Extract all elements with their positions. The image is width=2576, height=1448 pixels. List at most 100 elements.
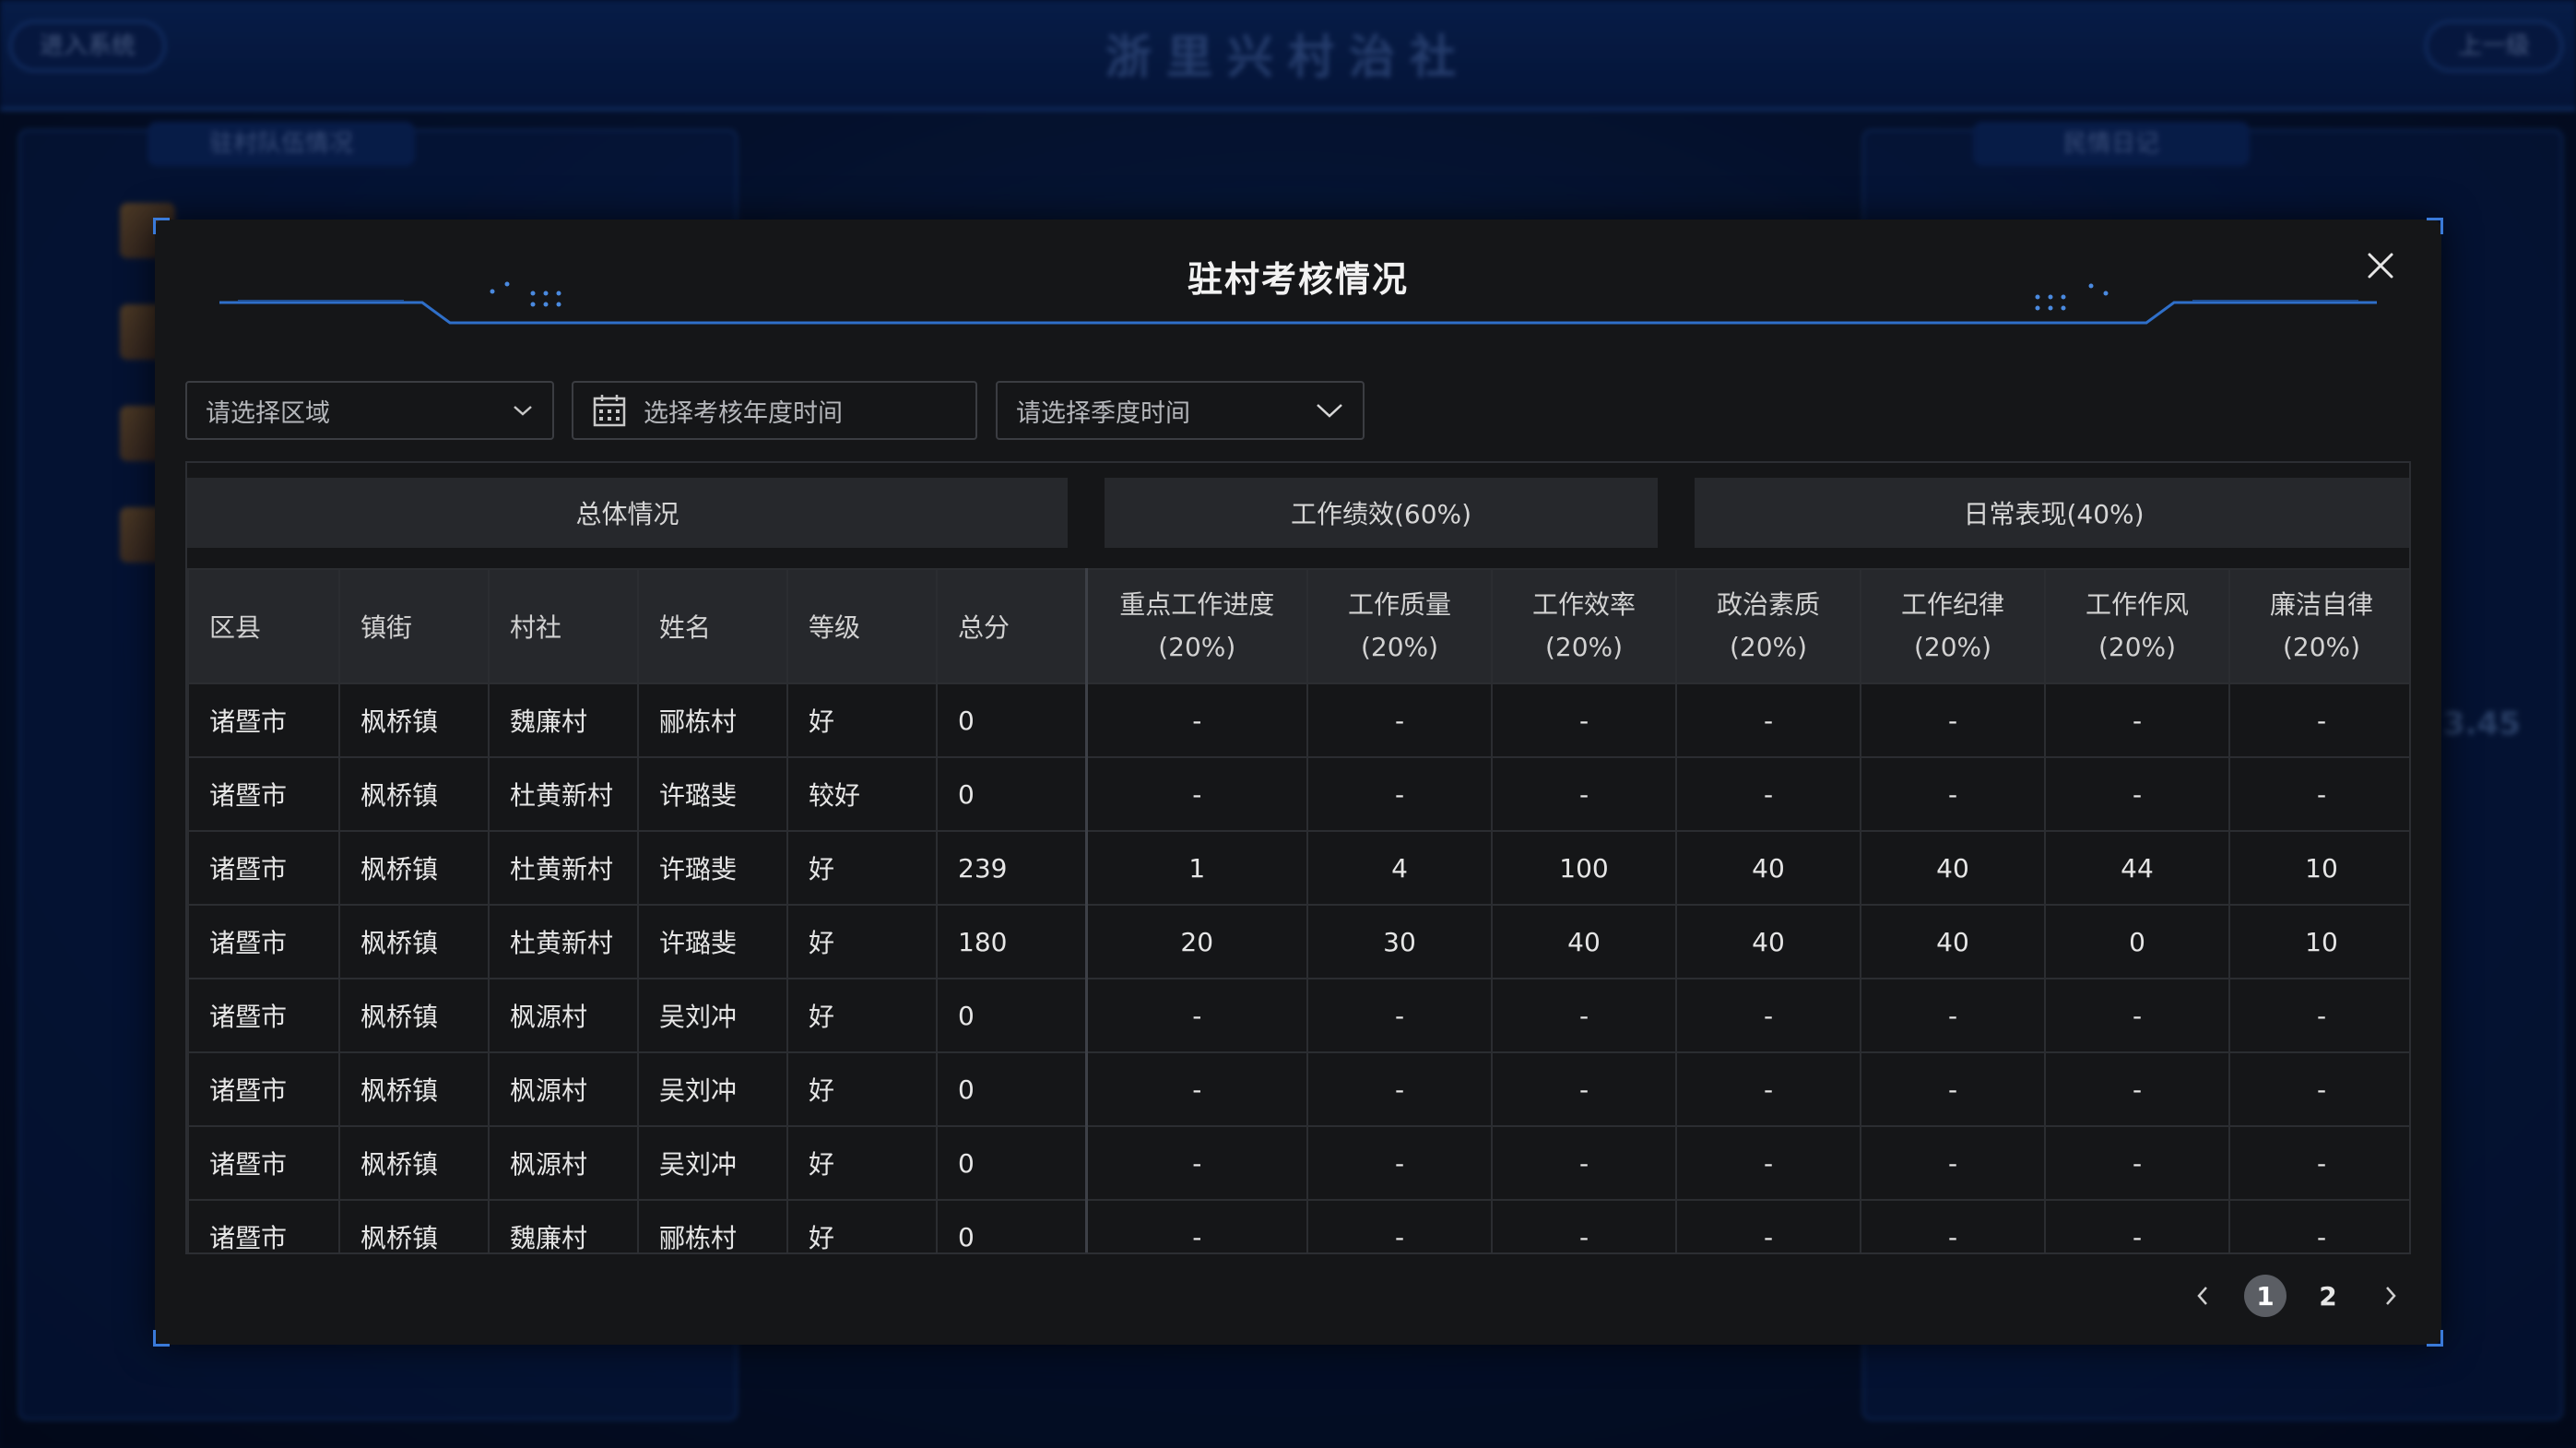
data-table: 区县 镇街 村社 姓名 等级 总分 重点工作进度 (20%) 工作质量 (20%) 工作效率 (20%…	[187, 568, 2409, 1252]
table-cell: -	[1306, 1199, 1493, 1252]
close-icon	[2368, 253, 2393, 279]
column-header-label: 工作质量	[1347, 589, 1451, 620]
assessment-modal: 驻村考核情况 请选择区域 选择考核年度时间 请选择季度时间 总体情况 工作绩效(…	[153, 218, 2443, 1347]
page-2-button[interactable]: 2	[2307, 1275, 2349, 1317]
prev-page-button[interactable]	[2189, 1277, 2216, 1314]
table-row[interactable]: 诸暨市 枫桥镇 枫源村 吴刘冲好 0- - - - - - -	[187, 978, 2409, 1053]
column-header: 重点工作进度 (20%)	[1084, 568, 1308, 684]
column-header-weight: (20%)	[1158, 632, 1236, 662]
column-header-weight: (20%)	[1729, 632, 1808, 662]
table-cell: 好	[786, 1125, 938, 1201]
table-cell: -	[1491, 978, 1677, 1053]
table-cell: 枫桥镇	[338, 830, 490, 906]
column-header: 区县	[187, 568, 340, 684]
column-header-label: 姓名	[659, 612, 712, 643]
column-header: 廉洁自律 (20%)	[2228, 568, 2409, 684]
table-cell: 0	[2044, 904, 2230, 979]
table-cell: -	[1491, 682, 1677, 758]
column-header-weight: (20%)	[2282, 632, 2361, 662]
column-header-label: 等级	[809, 612, 861, 643]
table-cell: 100	[1491, 830, 1677, 906]
table-cell: -	[1675, 978, 1861, 1053]
table-cell: 10	[2228, 830, 2409, 906]
table-cell: 4	[1306, 830, 1493, 906]
assessment-table: 总体情况 工作绩效(60%) 日常表现(40%) 区县 镇街 村社 姓名 等级 总分 重点工…	[185, 461, 2411, 1254]
table-cell: -	[1860, 978, 2046, 1053]
table-row[interactable]: 诸暨市 枫桥镇 杜黄新村 许璐斐好 180 20 30 40 40 40 0 10	[187, 904, 2409, 979]
table-cell: 吴刘冲	[637, 1051, 788, 1127]
table-row[interactable]: 诸暨市 枫桥镇 魏廉村 郦栋村好 0- - - - - - -	[187, 1199, 2409, 1252]
table-cell: 0	[936, 1125, 1087, 1201]
group-header-overall: 总体情况	[187, 478, 1068, 548]
table-cell: 40	[1860, 830, 2046, 906]
table-cell: 枫桥镇	[338, 1199, 490, 1252]
quarter-select[interactable]: 请选择季度时间	[996, 381, 1365, 440]
region-select[interactable]: 请选择区域	[185, 381, 554, 440]
next-page-button[interactable]	[2377, 1277, 2405, 1314]
corner-decoration	[153, 1330, 170, 1347]
column-header-label: 工作作风	[2085, 589, 2189, 620]
table-cell: 诸暨市	[187, 1125, 340, 1201]
table-cell: 诸暨市	[187, 682, 340, 758]
page-list: 12	[2244, 1275, 2349, 1317]
column-header-label: 总分	[958, 612, 1010, 643]
table-cell: 40	[1675, 904, 1861, 979]
table-row[interactable]: 诸暨市 枫桥镇 枫源村 吴刘冲好 0- - - - - - -	[187, 1051, 2409, 1127]
calendar-icon	[593, 395, 626, 427]
column-header-label: 廉洁自律	[2269, 589, 2373, 620]
table-cell: 枫源村	[488, 1125, 639, 1201]
table-cell: 0	[936, 756, 1087, 832]
column-header-label: 镇街	[360, 612, 413, 643]
table-cell: 诸暨市	[187, 978, 340, 1053]
table-row[interactable]: 诸暨市 枫桥镇 枫源村 吴刘冲好 0- - - - - - -	[187, 1125, 2409, 1201]
table-cell: 239	[936, 830, 1087, 906]
column-header-row: 区县 镇街 村社 姓名 等级 总分 重点工作进度 (20%) 工作质量 (20%) 工作效率 (20%…	[187, 568, 2409, 684]
table-cell: -	[2044, 682, 2230, 758]
table-cell: -	[2044, 1199, 2230, 1252]
table-cell: -	[1675, 756, 1861, 832]
table-row[interactable]: 诸暨市 枫桥镇 杜黄新村 许璐斐 较好 0- - - - - - -	[187, 756, 2409, 832]
table-cell: -	[1084, 756, 1308, 832]
group-header-performance: 工作绩效(60%)	[1105, 478, 1658, 548]
table-cell: 0	[936, 1051, 1087, 1127]
table-cell: 30	[1306, 904, 1493, 979]
page-1-button[interactable]: 1	[2244, 1275, 2286, 1317]
column-header: 姓名	[637, 568, 788, 684]
table-cell: -	[1860, 682, 2046, 758]
quarter-select-placeholder: 请选择季度时间	[1016, 398, 1190, 428]
table-cell: -	[2044, 756, 2230, 832]
column-header: 政治素质 (20%)	[1675, 568, 1861, 684]
table-cell: -	[2228, 1051, 2409, 1127]
close-button[interactable]	[2353, 238, 2408, 293]
table-row[interactable]: 诸暨市 枫桥镇 杜黄新村 许璐斐好 239 1 4 100 40 40 44 10	[187, 830, 2409, 906]
year-date-picker[interactable]: 选择考核年度时间	[572, 381, 977, 440]
corner-decoration	[153, 218, 170, 234]
table-cell: 枫桥镇	[338, 682, 490, 758]
table-cell: 0	[936, 1199, 1087, 1252]
table-cell: -	[2228, 682, 2409, 758]
table-cell: -	[1860, 756, 2046, 832]
group-header-daily: 日常表现(40%)	[1695, 478, 2409, 548]
table-row[interactable]: 诸暨市 枫桥镇 魏廉村 郦栋村好 0- - - - - - -	[187, 682, 2409, 758]
table-cell: 郦栋村	[637, 682, 788, 758]
column-header: 工作纪律 (20%)	[1860, 568, 2046, 684]
table-cell: 枫源村	[488, 1051, 639, 1127]
table-cell: 44	[2044, 830, 2230, 906]
table-cell: -	[1675, 1125, 1861, 1201]
table-cell: -	[1306, 682, 1493, 758]
column-header: 总分	[936, 568, 1087, 684]
table-cell: 好	[786, 682, 938, 758]
column-header-label: 工作纪律	[1900, 589, 2004, 620]
table-cell: -	[1491, 1125, 1677, 1201]
table-cell: 诸暨市	[187, 1051, 340, 1127]
table-cell: -	[1860, 1199, 2046, 1252]
column-header: 工作效率 (20%)	[1491, 568, 1677, 684]
corner-decoration	[2427, 218, 2443, 234]
chevron-down-icon	[514, 406, 532, 416]
table-cell: -	[1084, 1125, 1308, 1201]
table-cell: 许璐斐	[637, 756, 788, 832]
column-header-label: 区县	[209, 612, 262, 643]
table-cell: -	[1306, 1125, 1493, 1201]
table-cell: -	[1860, 1051, 2046, 1127]
column-header: 等级	[786, 568, 938, 684]
